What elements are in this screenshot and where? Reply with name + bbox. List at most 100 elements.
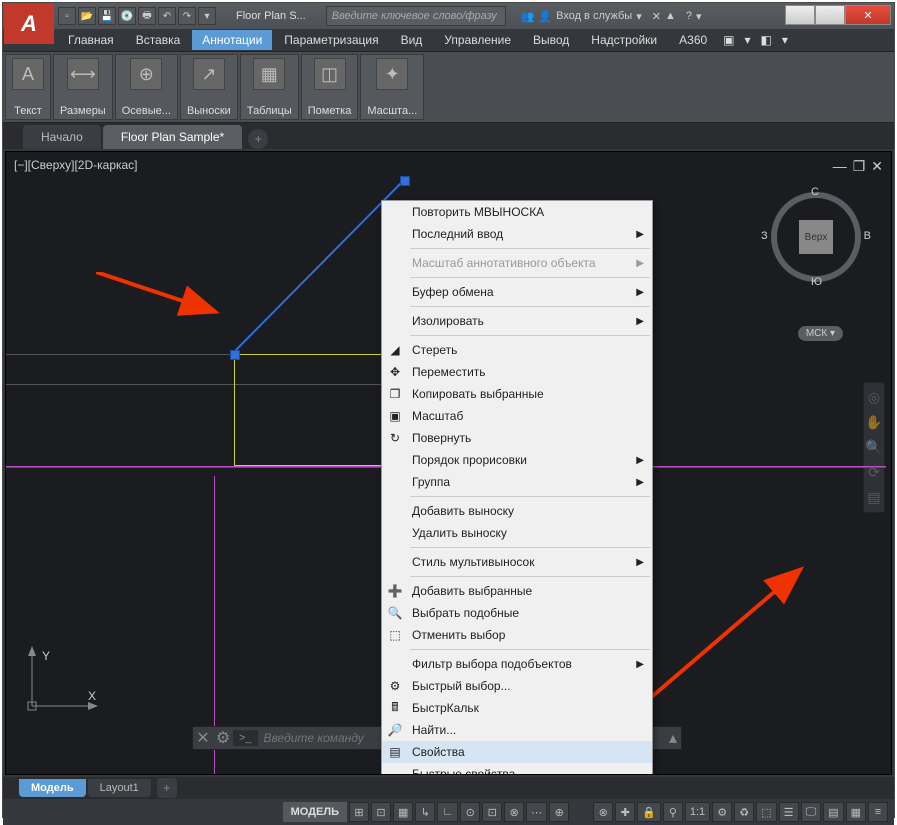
layout-tab-layout1[interactable]: Layout1 (88, 779, 151, 797)
qat-new-icon[interactable]: ▫ (58, 7, 76, 25)
grip-endpoint[interactable] (400, 176, 410, 186)
status-toggle[interactable]: ⚙ (712, 802, 732, 822)
qat-save-icon[interactable]: 💾 (98, 7, 116, 25)
status-toggle[interactable]: ≡ (868, 802, 888, 822)
qat-open-icon[interactable]: 📂 (78, 7, 96, 25)
menu-item--[interactable]: 🔎Найти... (382, 719, 652, 741)
layout-tab-model[interactable]: Модель (19, 779, 86, 797)
ribbon-panel-[interactable]: ✦Масшта... (360, 54, 424, 120)
layout-tab-add[interactable]: + (157, 778, 177, 798)
cmdline-close-icon[interactable]: ✕ (193, 728, 213, 748)
menu-item--[interactable]: ▤Свойства (382, 741, 652, 763)
cmdline-history-icon[interactable]: ▴ (665, 728, 681, 748)
status-toggle[interactable]: ∟ (437, 802, 458, 822)
menu-item--[interactable]: 🔍Выбрать подобные (382, 602, 652, 624)
login-dropdown-icon[interactable]: ▾ (636, 10, 642, 23)
nav-pan-icon[interactable]: ✋ (865, 414, 882, 431)
menu-item--[interactable]: Порядок прорисовки▶ (382, 449, 652, 471)
status-toggle[interactable]: 1:1 (685, 802, 710, 822)
status-toggle[interactable]: ⊡ (482, 802, 502, 822)
status-toggle[interactable]: 🔒 (637, 802, 661, 822)
menu-item--[interactable]: ↻Повернуть (382, 427, 652, 449)
ribbon-panel-[interactable]: ⊕Осевые... (115, 54, 178, 120)
status-model-label[interactable]: МОДЕЛЬ (283, 802, 347, 822)
ribbon-panel-[interactable]: ◫Пометка (301, 54, 359, 120)
search-input[interactable]: Введите ключевое слово/фразу (326, 6, 506, 26)
viewcube-top-face[interactable]: Верх (799, 220, 833, 254)
menu-item--[interactable]: ✥Переместить (382, 361, 652, 383)
status-toggle[interactable]: ⬚ (756, 802, 776, 822)
status-toggle[interactable]: ⊗ (593, 802, 613, 822)
menu-item--[interactable]: 🖩БыстрКальк (382, 697, 652, 719)
status-toggle[interactable]: ⚲ (663, 802, 683, 822)
status-toggle[interactable]: ⋯ (526, 802, 547, 822)
status-toggle[interactable]: ⊞ (349, 802, 369, 822)
status-toggle[interactable]: ↳ (415, 802, 435, 822)
viewport-max-icon[interactable]: ❐ (853, 158, 866, 175)
menu-item--[interactable]: Фильтр выбора подобъектов▶ (382, 653, 652, 675)
menu-tab-надстройки[interactable]: Надстройки (581, 30, 667, 50)
nav-wheel-icon[interactable]: ◎ (868, 389, 880, 406)
ribbon-panel-[interactable]: AТекст (5, 54, 51, 120)
status-toggle[interactable]: ⊕ (549, 802, 569, 822)
status-toggle[interactable]: ✚ (615, 802, 635, 822)
status-toggle[interactable]: ⊡ (371, 802, 391, 822)
menu-item--[interactable]: ▣Масштаб (382, 405, 652, 427)
menu-tab-аннотации[interactable]: Аннотации (192, 30, 272, 50)
status-toggle[interactable]: ♻ (734, 802, 754, 822)
exchange-icon[interactable]: ✕ (652, 10, 661, 23)
viewport-min-icon[interactable]: — (833, 158, 847, 175)
status-toggle[interactable]: ⊙ (460, 802, 480, 822)
help-icon[interactable]: ? (686, 10, 692, 22)
wcs-badge[interactable]: МСК ▾ (798, 326, 843, 341)
status-toggle[interactable]: ⊗ (504, 802, 524, 822)
nav-zoom-icon[interactable]: 🔍 (865, 439, 882, 456)
menu-extra-icon[interactable]: ▾ (778, 30, 792, 50)
viewcube[interactable]: Верх С В Ю З (771, 192, 861, 282)
doc-tab-add[interactable]: + (248, 129, 268, 149)
qat-plot-icon[interactable]: 🖶 (138, 7, 156, 25)
menu-item--[interactable]: ➕Добавить выбранные (382, 580, 652, 602)
help-dropdown-icon[interactable]: ▾ (696, 10, 702, 23)
ribbon-panel-[interactable]: ⟷Размеры (53, 54, 113, 120)
status-toggle[interactable]: 🖵 (801, 802, 822, 822)
grip-startpoint[interactable] (230, 350, 240, 360)
menu-item--[interactable]: ⬚Отменить выбор (382, 624, 652, 646)
nav-showmotion-icon[interactable]: ▤ (867, 489, 880, 506)
menu-tab-a360[interactable]: A360 (669, 30, 717, 50)
a-icon[interactable]: ▲ (665, 10, 676, 22)
menu-item--[interactable]: Повторить МВЫНОСКА (382, 201, 652, 223)
menu-tab-вид[interactable]: Вид (391, 30, 433, 50)
login-area[interactable]: 👥 👤 Вход в службы ▾ ✕ ▲ ? ▾ (521, 10, 702, 23)
qat-more-icon[interactable]: ▾ (198, 7, 216, 25)
menu-tab-вывод[interactable]: Вывод (523, 30, 579, 50)
viewport-label[interactable]: [−][Сверху][2D-каркас] (14, 158, 138, 172)
minimize-button[interactable]: — (785, 5, 815, 25)
menu-item--[interactable]: ◢Стереть (382, 339, 652, 361)
menu-item--[interactable]: Быстрые свойства (382, 763, 652, 775)
app-logo[interactable]: A (4, 4, 54, 44)
status-toggle[interactable]: ☰ (779, 802, 799, 822)
status-toggle[interactable]: ▦ (393, 802, 413, 822)
menu-item--[interactable]: Стиль мультивыносок▶ (382, 551, 652, 573)
menu-tab-параметризация[interactable]: Параметризация (274, 30, 388, 50)
qat-saveas-icon[interactable]: 💽 (118, 7, 136, 25)
menu-tab-вставка[interactable]: Вставка (126, 30, 191, 50)
maximize-button[interactable]: ❐ (815, 5, 845, 25)
menu-extra-icon[interactable]: ▣ (719, 30, 738, 50)
cmdline-settings-icon[interactable]: ⚙ (213, 728, 233, 748)
status-toggle[interactable]: ▦ (846, 802, 866, 822)
close-button[interactable]: ✕ (845, 5, 891, 25)
menu-extra-icon[interactable]: ◧ (757, 30, 776, 50)
menu-tab-главная[interactable]: Главная (58, 30, 124, 50)
navigation-bar[interactable]: ◎ ✋ 🔍 ⟳ ▤ (863, 382, 885, 513)
menu-item--[interactable]: Группа▶ (382, 471, 652, 493)
menu-item--[interactable]: Изолировать▶ (382, 310, 652, 332)
menu-item--[interactable]: Последний ввод▶ (382, 223, 652, 245)
doc-tab-start[interactable]: Начало (23, 125, 101, 149)
menu-item--[interactable]: ❐Копировать выбранные (382, 383, 652, 405)
menu-item--[interactable]: Буфер обмена▶ (382, 281, 652, 303)
doc-tab-floorplan[interactable]: Floor Plan Sample* (103, 125, 242, 149)
qat-undo-icon[interactable]: ↶ (158, 7, 176, 25)
ribbon-panel-[interactable]: ↗Выноски (180, 54, 238, 120)
